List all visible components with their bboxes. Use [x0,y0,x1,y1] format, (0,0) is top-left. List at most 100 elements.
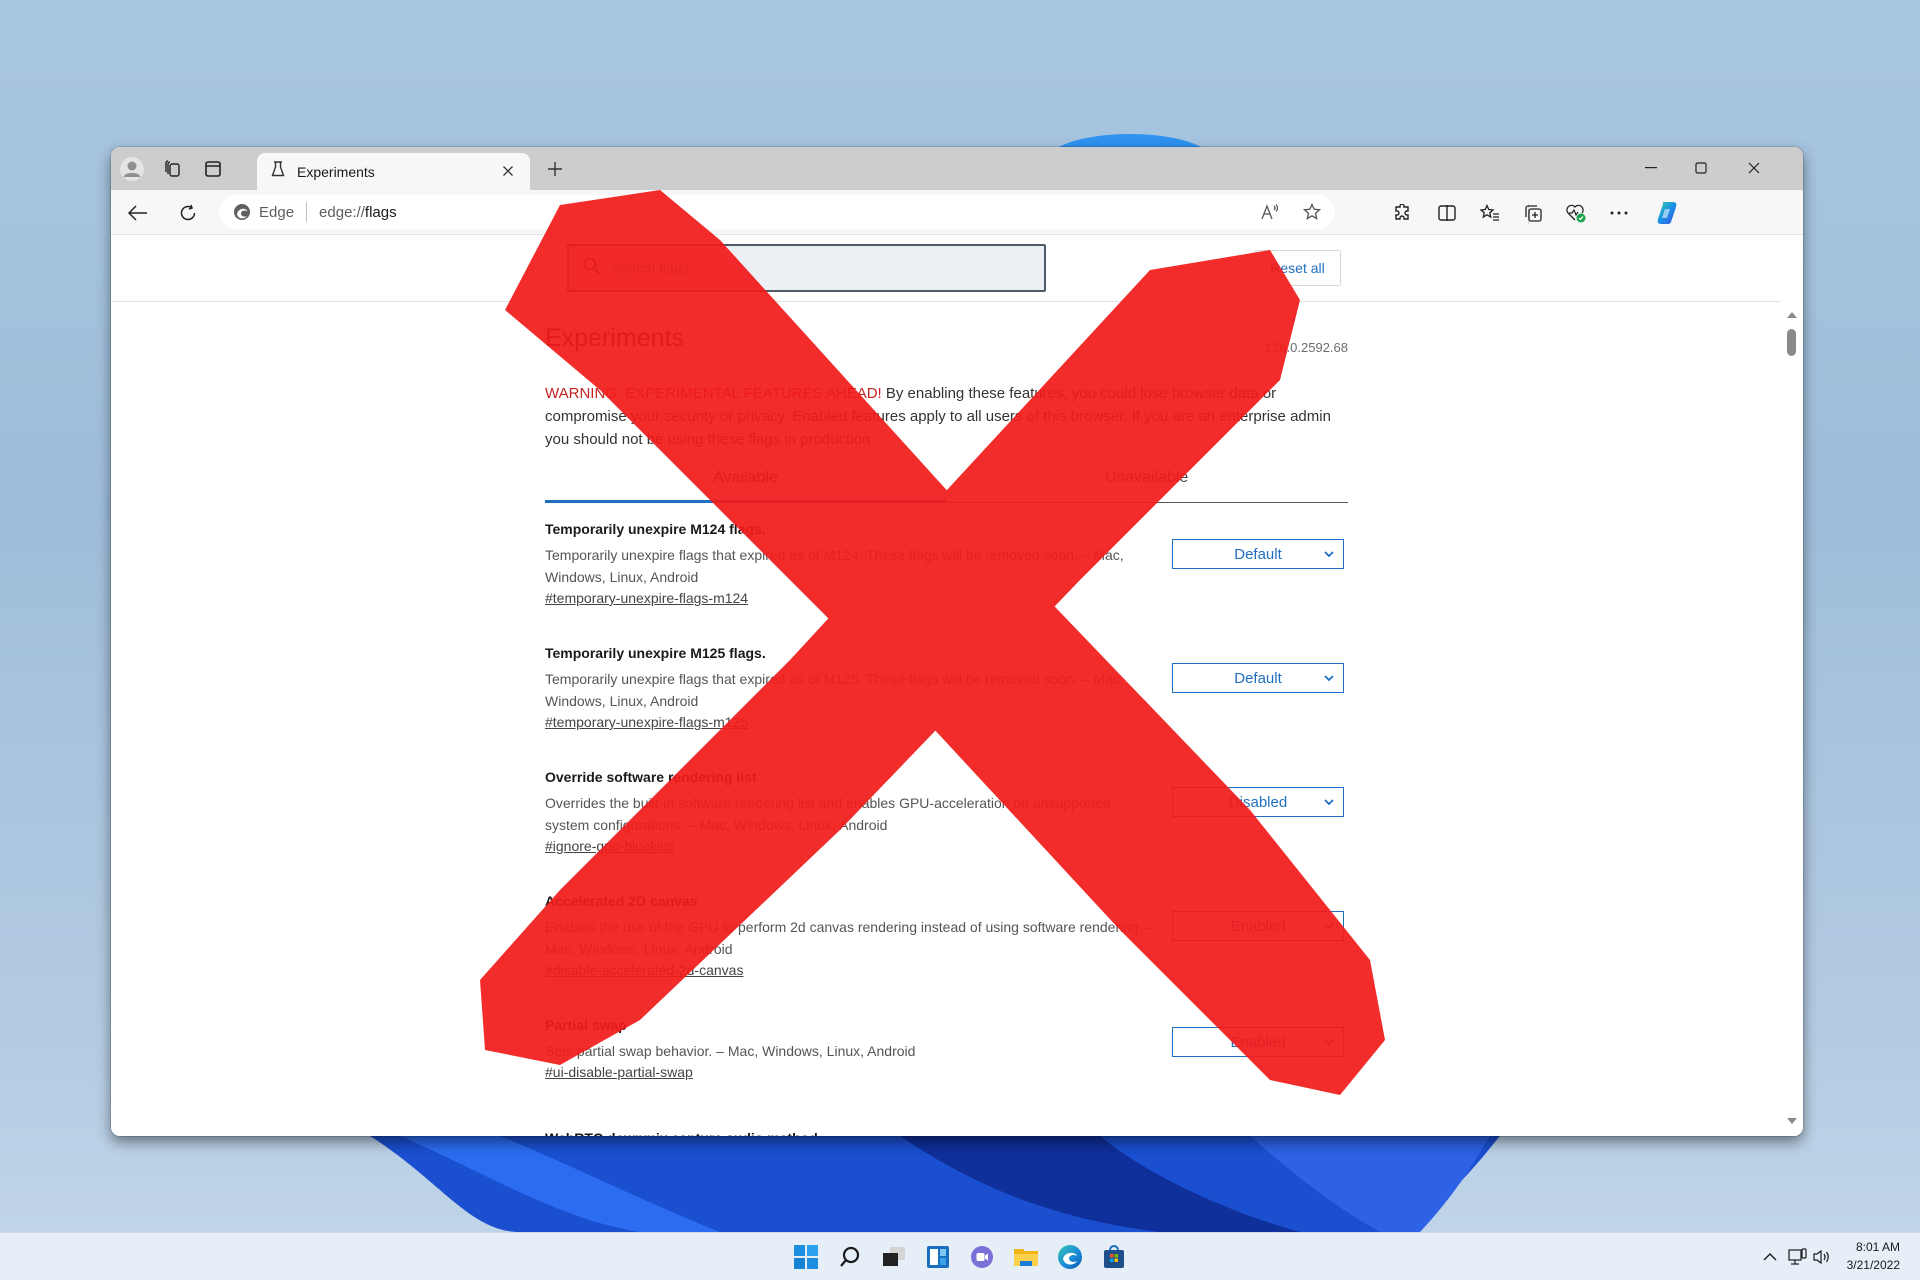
flag-item: Override software rendering list Overrid… [545,769,1348,879]
flask-icon [271,161,285,182]
title-bar: Experiments [111,147,1803,190]
clock-date: 3/21/2022 [1846,1258,1900,1272]
vertical-tabs-icon[interactable] [199,155,227,183]
system-clock[interactable]: 8:01 AM 3/21/2022 [1847,1238,1900,1274]
scrollbar-thumb[interactable] [1787,329,1796,356]
extensions-icon[interactable] [1387,198,1417,228]
site-identity-label: Edge [259,203,295,221]
close-tab-icon[interactable] [498,161,518,181]
url-scheme: edge:// [319,203,365,221]
flag-state-select[interactable]: Default [1172,663,1344,693]
warning-lead: WARNING: EXPERIMENTAL FEATURES AHEAD! [545,385,882,402]
favorite-star-icon[interactable] [1297,197,1327,227]
flag-state-value: Default [1234,669,1282,687]
copilot-icon[interactable] [1652,198,1682,228]
flag-item: Temporarily unexpire M124 flags. Tempora… [545,521,1348,631]
flag-state-value: Disabled [1228,793,1288,811]
start-icon[interactable] [790,1241,822,1273]
flag-state-value: Enabled [1230,1033,1286,1051]
flag-title: Temporarily unexpire M125 flags. [545,645,766,661]
chevron-down-icon [1323,547,1335,564]
store-icon[interactable] [1098,1241,1130,1273]
chevron-down-icon [1323,795,1335,812]
tab-available[interactable]: Available [545,469,946,487]
navigation-toolbar: Edge edge://flags [111,190,1803,235]
flag-description: Temporarily unexpire flags that expired … [545,671,1124,709]
more-icon[interactable] [1604,198,1634,228]
flag-description: Sets partial swap behavior. – Mac, Windo… [545,1043,916,1059]
collections-icon[interactable] [1518,198,1548,228]
search-flags-field[interactable] [567,244,1046,292]
minimize-button[interactable] [1628,153,1674,183]
flag-title: Partial swap [545,1017,627,1033]
flag-description: Enables the use of the GPU to perform 2d… [545,919,1155,957]
taskbar: 8:01 AM 3/21/2022 [0,1232,1920,1280]
split-screen-icon[interactable] [1432,198,1462,228]
version-label: 126.0.2592.68 [1264,340,1348,355]
flag-title: Override software rendering list [545,769,757,785]
warning-text: WARNING: EXPERIMENTAL FEATURES AHEAD! By… [545,382,1348,451]
flag-anchor-link[interactable]: #ignore-gpu-blocklist [545,838,674,854]
task-view-icon[interactable] [878,1241,910,1273]
scroll-up-arrow-icon[interactable] [1787,312,1797,318]
tab-experiments[interactable]: Experiments [257,153,530,190]
flags-tabs: Available Unavailable [545,461,1348,503]
flag-state-select[interactable]: Enabled [1172,1027,1344,1057]
refresh-button[interactable] [173,198,203,228]
flag-state-select[interactable]: Disabled [1172,787,1344,817]
chevron-down-icon [1323,1035,1335,1052]
chevron-down-icon [1323,671,1335,688]
maximize-button[interactable] [1678,153,1724,183]
flag-state-select[interactable]: Enabled [1172,911,1344,941]
tab-unavailable[interactable]: Unavailable [946,469,1347,487]
reset-all-button[interactable]: Reset all [1254,250,1341,286]
file-explorer-icon[interactable] [1010,1241,1042,1273]
flag-item: Partial swap Sets partial swap behavior.… [545,1017,1348,1127]
volume-icon[interactable] [1810,1245,1834,1269]
flag-anchor-link[interactable]: #disable-accelerated-2d-canvas [545,962,743,978]
network-icon[interactable] [1786,1245,1810,1269]
search-flags-input[interactable] [611,260,1011,276]
show-hidden-icons-chevron-icon[interactable] [1758,1245,1782,1269]
widgets-icon[interactable] [922,1241,954,1273]
omnibox-separator [306,202,308,222]
close-window-button[interactable] [1731,153,1777,183]
flag-item: Accelerated 2D canvas Enables the use of… [545,893,1348,1003]
page-title: Experiments [545,324,684,352]
teams-chat-icon[interactable] [966,1241,998,1273]
page-scrollbar[interactable] [1781,302,1803,1136]
back-button[interactable] [123,198,153,228]
workspaces-icon[interactable] [159,155,187,183]
flags-page: Reset all Experiments 126.0.2592.68 WARN… [111,235,1803,1136]
new-tab-button[interactable] [543,157,567,181]
flag-anchor-link[interactable]: #temporary-unexpire-flags-m124 [545,590,748,606]
read-aloud-icon[interactable] [1255,197,1285,227]
edge-icon[interactable] [1054,1241,1086,1273]
flag-description: Overrides the built-in software renderin… [545,795,1111,833]
flag-anchor-link[interactable]: #temporary-unexpire-flags-m125 [545,714,748,730]
address-bar[interactable]: Edge edge://flags [219,195,1335,229]
flag-item: Temporarily unexpire M125 flags. Tempora… [545,645,1348,755]
flag-title: Temporarily unexpire M124 flags. [545,521,766,537]
search-icon [583,257,601,280]
flag-state-value: Enabled [1230,917,1286,935]
flag-state-select[interactable]: Default [1172,539,1344,569]
flag-title: Accelerated 2D canvas [545,893,698,909]
chevron-down-icon [1323,919,1335,936]
flag-anchor-link[interactable]: #ui-disable-partial-swap [545,1064,693,1080]
url-text[interactable]: edge://flags [319,204,397,221]
scroll-down-arrow-icon[interactable] [1787,1118,1797,1124]
search-header: Reset all [111,235,1781,302]
favorites-icon[interactable] [1475,198,1505,228]
tab-title: Experiments [297,163,375,180]
profile-avatar-icon[interactable] [118,155,146,183]
search-icon[interactable] [834,1241,866,1273]
edge-logo-icon [233,203,251,221]
url-path: flags [364,203,397,221]
flag-state-value: Default [1234,545,1282,563]
active-tab-indicator [545,500,946,503]
browser-window: Experiments Edge edge://flags Search fla… [111,147,1803,1136]
browser-essentials-icon[interactable] [1561,198,1591,228]
flag-description: Temporarily unexpire flags that expired … [545,547,1124,585]
clock-time: 8:01 AM [1855,1240,1900,1254]
